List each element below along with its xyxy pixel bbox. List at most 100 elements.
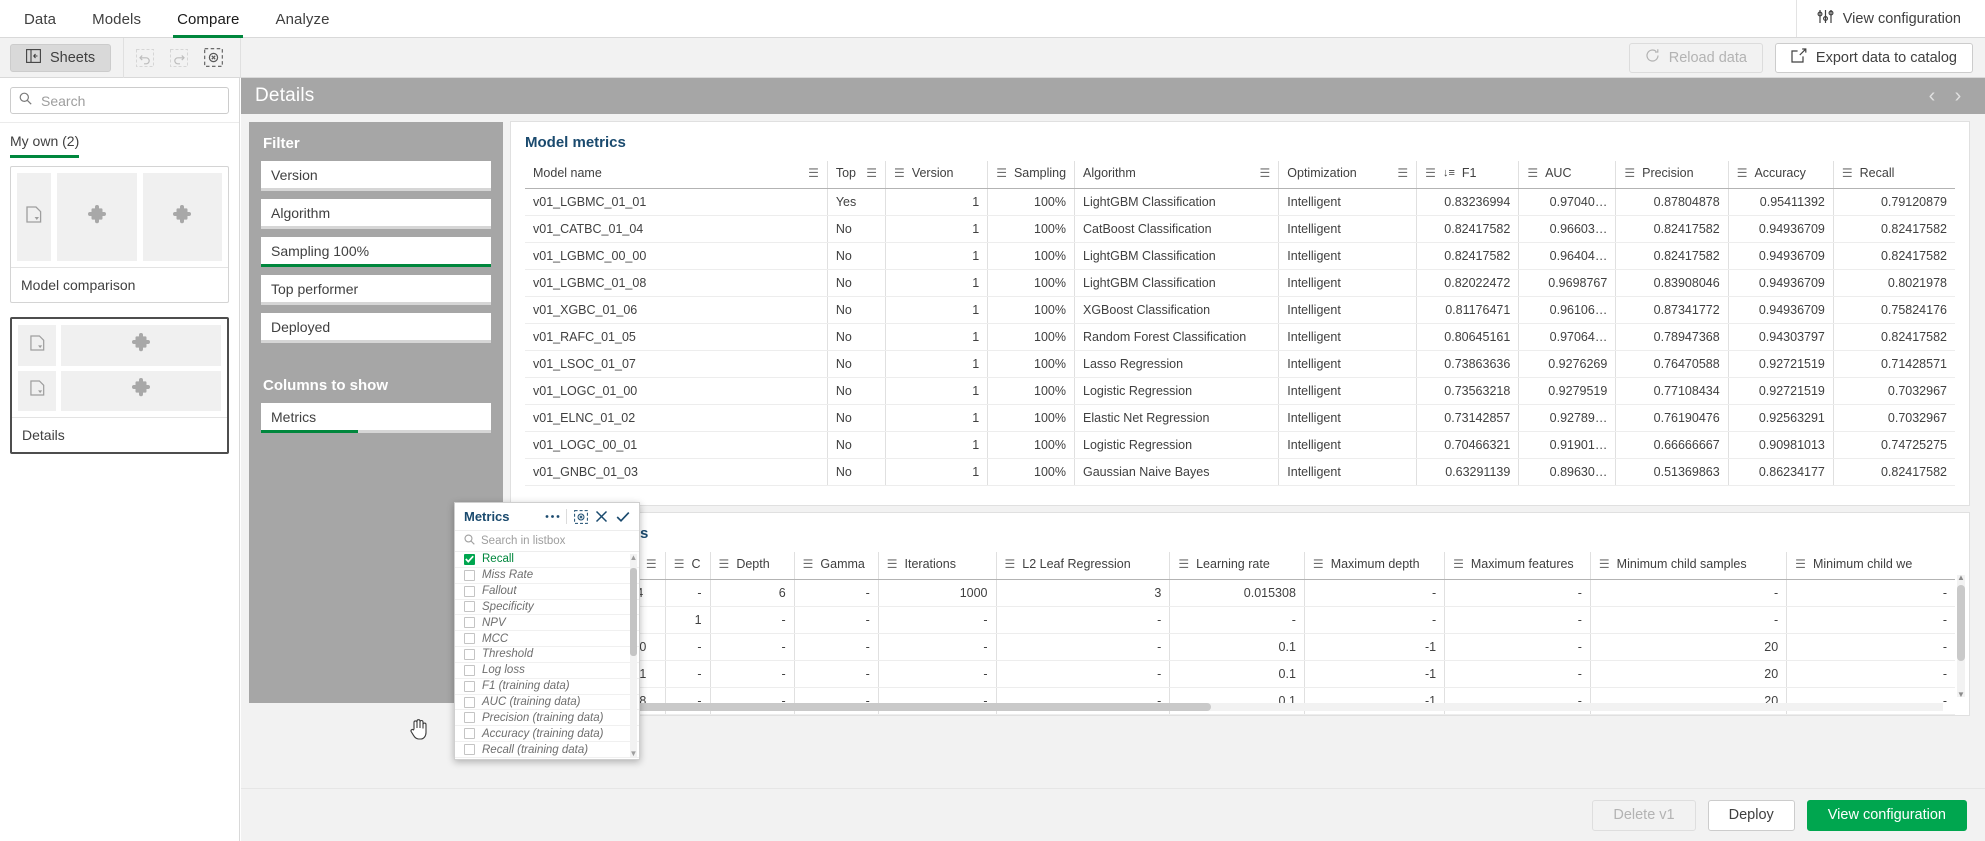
filter-item-deployed[interactable]: Deployed: [261, 313, 491, 343]
table-cell[interactable]: No: [826, 404, 886, 432]
table-cell[interactable]: 0.9698767: [1518, 269, 1616, 297]
table-cell[interactable]: 0.94936709: [1727, 242, 1834, 270]
table-cell[interactable]: 6: [709, 579, 795, 607]
listbox-item-recall[interactable]: Recall: [455, 552, 639, 568]
table-row[interactable]: v01_LOGC_00_01 No 1 100% Logistic Regression…: [525, 431, 1955, 459]
table-cell[interactable]: 0.8021978: [1832, 269, 1955, 297]
table-cell[interactable]: 1: [885, 242, 988, 270]
table-cell[interactable]: -: [995, 606, 1170, 634]
sheets-button[interactable]: Sheets: [10, 43, 112, 72]
column-menu-icon[interactable]: ☰: [1260, 167, 1271, 179]
listbox-item-f1-training-data[interactable]: F1 (training data): [455, 679, 639, 695]
deploy-button[interactable]: Deploy: [1707, 799, 1795, 831]
listbox-item-specificity[interactable]: Specificity: [455, 600, 639, 616]
column-menu-icon[interactable]: ☰: [808, 167, 819, 179]
table-cell[interactable]: 0.74725275: [1832, 431, 1955, 459]
table-cell[interactable]: 0.83908046: [1615, 269, 1729, 297]
table-cell[interactable]: 1: [664, 606, 711, 634]
table-cell[interactable]: -: [709, 633, 795, 661]
table-cell[interactable]: 0.96404…: [1518, 242, 1616, 270]
table-row[interactable]: v01_LOGC_01_00 No 1 100% Logistic Regression…: [525, 377, 1955, 405]
table-row[interactable]: v01_LGBMC_01_08 No 1 100% LightGBM Classific…: [525, 269, 1955, 297]
table-cell[interactable]: 1: [885, 404, 988, 432]
column-menu-icon[interactable]: ☰: [1599, 558, 1610, 570]
nav-tab-models[interactable]: Models: [74, 0, 159, 38]
table-row[interactable]: v01_LSOC_01_07 No 1 100% Lasso Regression Int…: [525, 350, 1955, 378]
column-menu-icon[interactable]: ☰: [1005, 558, 1016, 570]
column-menu-icon[interactable]: ☰: [1453, 558, 1464, 570]
hp-col-header-l2-leaf-regression[interactable]: ☰ L2 Leaf Regression: [995, 552, 1170, 580]
table-cell[interactable]: Lasso Regression: [1073, 350, 1279, 378]
checkbox-icon[interactable]: [464, 696, 475, 708]
table-cell[interactable]: 0.9279519: [1518, 377, 1616, 405]
column-menu-icon[interactable]: ☰: [894, 167, 905, 179]
checkbox-checked-icon[interactable]: [464, 553, 475, 565]
checkbox-icon[interactable]: [464, 712, 475, 724]
table-cell[interactable]: 0.75824176: [1832, 296, 1955, 324]
table-cell[interactable]: 1: [885, 188, 988, 216]
filter-item-top-performer[interactable]: Top performer: [261, 275, 491, 305]
table-cell[interactable]: 0.82417582: [1832, 323, 1955, 351]
column-menu-icon[interactable]: ☰: [1178, 558, 1189, 570]
column-menu-icon[interactable]: ☰: [1527, 167, 1538, 179]
table-cell[interactable]: Gaussian Naive Bayes: [1073, 458, 1279, 486]
col-header-algorithm[interactable]: Algorithm ☰: [1073, 161, 1279, 189]
table-cell[interactable]: v01_LGBMC_01_08: [525, 269, 828, 297]
table-cell[interactable]: XGBoost Classification: [1073, 296, 1279, 324]
hp-col-header-maximum-features[interactable]: ☰ Maximum features: [1444, 552, 1591, 580]
table-cell[interactable]: 0.82417582: [1615, 242, 1729, 270]
search-input[interactable]: [39, 91, 220, 110]
table-cell[interactable]: 100%: [987, 431, 1075, 459]
table-cell[interactable]: Intelligent: [1278, 404, 1417, 432]
table-cell[interactable]: -: [1786, 579, 1955, 607]
table-cell[interactable]: 0.97040…: [1518, 188, 1616, 216]
table-cell[interactable]: 0.83236994: [1416, 188, 1519, 216]
table-cell[interactable]: Intelligent: [1278, 215, 1417, 243]
sheet-card-model-comparison[interactable]: Model comparison: [10, 166, 229, 303]
table-cell[interactable]: 0.92721519: [1727, 350, 1834, 378]
table-cell[interactable]: 100%: [987, 215, 1075, 243]
table-cell[interactable]: 1: [885, 377, 988, 405]
table-cell[interactable]: Intelligent: [1278, 377, 1417, 405]
column-menu-icon[interactable]: ☰: [1425, 167, 1436, 179]
table-cell[interactable]: 100%: [987, 242, 1075, 270]
table-cell[interactable]: 0.1: [1169, 660, 1305, 688]
table-cell[interactable]: 0.80645161: [1416, 323, 1519, 351]
checkbox-icon[interactable]: [464, 569, 475, 581]
checkbox-icon[interactable]: [464, 585, 475, 597]
table-cell[interactable]: 0.7032967: [1832, 377, 1955, 405]
table-cell[interactable]: 0.92789…: [1518, 404, 1616, 432]
table-cell[interactable]: 100%: [987, 377, 1075, 405]
table-cell[interactable]: -: [1786, 606, 1955, 634]
table-cell[interactable]: LightGBM Classification: [1073, 242, 1279, 270]
hp-col-header-c[interactable]: ☰ C: [664, 552, 711, 580]
checkbox-icon[interactable]: [464, 728, 475, 740]
sheet-card-details[interactable]: Details: [10, 317, 229, 454]
table-cell[interactable]: 0.51369863: [1615, 458, 1729, 486]
scroll-up-arrow-icon[interactable]: ▲: [629, 553, 638, 562]
clear-selection-icon[interactable]: [570, 506, 591, 527]
table-cell[interactable]: -: [793, 660, 879, 688]
table-cell[interactable]: -: [995, 660, 1170, 688]
table-cell[interactable]: v01_LOGC_00_01: [525, 431, 828, 459]
table-cell[interactable]: 20: [1589, 660, 1787, 688]
horizontal-scrollbar[interactable]: [521, 703, 1943, 711]
checkbox-icon[interactable]: [464, 680, 475, 692]
table-row[interactable]: v01_ELNC_01_021---------: [525, 606, 1955, 634]
table-cell[interactable]: Intelligent: [1278, 458, 1417, 486]
table-cell[interactable]: 20: [1589, 633, 1787, 661]
column-menu-icon[interactable]: ☰: [1397, 167, 1408, 179]
table-cell[interactable]: Intelligent: [1278, 350, 1417, 378]
view-configuration-button[interactable]: View configuration: [1806, 799, 1967, 831]
table-cell[interactable]: 0.77108434: [1615, 377, 1729, 405]
filter-item-version[interactable]: Version: [261, 161, 491, 191]
table-cell[interactable]: -: [1786, 660, 1955, 688]
listbox-item-npv[interactable]: NPV: [455, 615, 639, 632]
col-header-model-name[interactable]: Model name ☰: [525, 161, 828, 189]
table-cell[interactable]: 0.89630…: [1518, 458, 1616, 486]
table-cell[interactable]: 0.71428571: [1832, 350, 1955, 378]
table-cell[interactable]: v01_GNBC_01_03: [525, 458, 828, 486]
table-cell[interactable]: v01_XGBC_01_06: [525, 296, 828, 324]
table-cell[interactable]: 0.81176471: [1416, 296, 1519, 324]
listbox-item-recall-training-data[interactable]: Recall (training data): [455, 742, 639, 758]
